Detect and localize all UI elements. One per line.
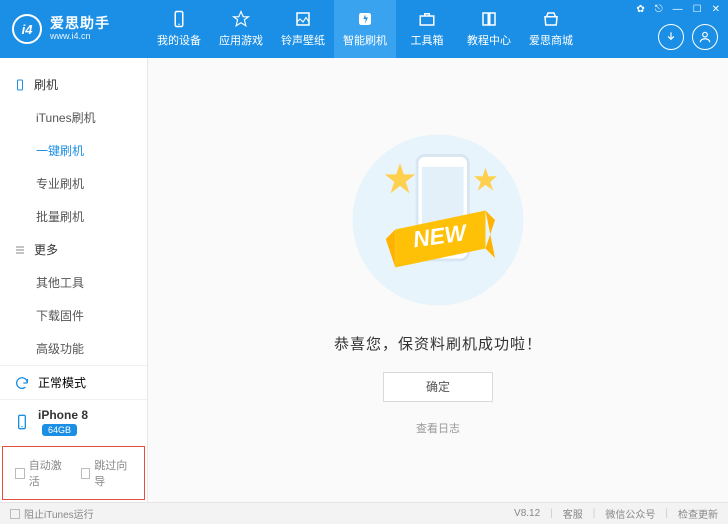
main-panel: NEW 恭喜您，保资料刷机成功啦！ 确定 查看日志 — [148, 58, 728, 502]
success-illustration: NEW — [343, 125, 533, 315]
nav-label: 铃声壁纸 — [281, 32, 325, 48]
check-update-link[interactable]: 检查更新 — [678, 506, 718, 521]
nav-ring-wall[interactable]: 铃声壁纸 — [272, 0, 334, 58]
sidebar-group-more: 更多 — [0, 233, 147, 266]
nav-label: 爱思商城 — [529, 32, 573, 48]
sidebar-item-oneclick-flash[interactable]: 一键刷机 — [0, 134, 147, 167]
toolbox-icon — [418, 10, 436, 28]
status-bar: 阻止iTunes运行 V8.12 | 客服 | 微信公众号 | 检查更新 — [0, 502, 728, 524]
brand-subtitle: www.i4.cn — [50, 32, 110, 42]
sidebar-item-download-firmware[interactable]: 下载固件 — [0, 299, 147, 332]
sidebar-group-label: 更多 — [34, 241, 58, 258]
checkbox-label: 跳过向导 — [94, 457, 132, 489]
nav-tutorial[interactable]: 教程中心 — [458, 0, 520, 58]
view-log-link[interactable]: 查看日志 — [416, 420, 460, 436]
user-button[interactable] — [692, 24, 718, 50]
nav-store[interactable]: 爱思商城 — [520, 0, 582, 58]
checkbox-label: 阻止iTunes运行 — [24, 506, 94, 521]
phone-icon — [14, 79, 26, 91]
settings-icon[interactable]: ✿ — [636, 4, 644, 15]
skip-guide-checkbox[interactable]: 跳过向导 — [81, 457, 133, 489]
sidebar: 刷机 iTunes刷机 一键刷机 专业刷机 批量刷机 更多 其他工具 下载固件 … — [0, 58, 148, 502]
version-label: V8.12 — [514, 508, 540, 519]
flash-icon — [356, 10, 374, 28]
sidebar-item-itunes-flash[interactable]: iTunes刷机 — [0, 101, 147, 134]
header: i4 爱思助手 www.i4.cn 我的设备 应用游戏 铃声壁纸 智能刷机 工具… — [0, 0, 728, 58]
download-button[interactable] — [658, 24, 684, 50]
connected-device[interactable]: iPhone 8 64GB — [0, 399, 147, 444]
logo-icon: i4 — [12, 14, 42, 44]
flash-options: 自动激活 跳过向导 — [2, 446, 145, 500]
nav-label: 工具箱 — [411, 32, 444, 48]
auto-activate-checkbox[interactable]: 自动激活 — [15, 457, 67, 489]
support-link[interactable]: 客服 — [563, 506, 583, 521]
wallpaper-icon — [294, 10, 312, 28]
sidebar-group-label: 刷机 — [34, 76, 58, 93]
nav-toolbox[interactable]: 工具箱 — [396, 0, 458, 58]
nav-my-device[interactable]: 我的设备 — [148, 0, 210, 58]
store-icon — [542, 10, 560, 28]
nav-label: 智能刷机 — [343, 32, 387, 48]
checkbox-label: 自动激活 — [29, 457, 67, 489]
sidebar-item-other-tools[interactable]: 其他工具 — [0, 266, 147, 299]
mode-label: 正常模式 — [38, 374, 86, 391]
confirm-button[interactable]: 确定 — [383, 372, 493, 402]
nav-app-games[interactable]: 应用游戏 — [210, 0, 272, 58]
menu-icon — [14, 244, 26, 256]
nav-label: 教程中心 — [467, 32, 511, 48]
brand-title: 爱思助手 — [50, 16, 110, 31]
sidebar-item-pro-flash[interactable]: 专业刷机 — [0, 167, 147, 200]
device-icon — [170, 10, 188, 28]
iphone-icon — [14, 414, 30, 430]
storage-badge: 64GB — [42, 424, 77, 436]
refresh-icon — [14, 375, 30, 391]
wechat-link[interactable]: 微信公众号 — [605, 506, 655, 521]
sidebar-item-batch-flash[interactable]: 批量刷机 — [0, 200, 147, 233]
top-nav: 我的设备 应用游戏 铃声壁纸 智能刷机 工具箱 教程中心 爱思商城 — [148, 0, 582, 58]
brand-logo: i4 爱思助手 www.i4.cn — [0, 14, 148, 44]
nav-label: 应用游戏 — [219, 32, 263, 48]
block-itunes-checkbox[interactable]: 阻止iTunes运行 — [10, 506, 94, 521]
nav-label: 我的设备 — [157, 32, 201, 48]
nav-smart-flash[interactable]: 智能刷机 — [334, 0, 396, 58]
sidebar-item-advanced[interactable]: 高级功能 — [0, 332, 147, 365]
book-icon — [480, 10, 498, 28]
sidebar-group-flash: 刷机 — [0, 68, 147, 101]
device-mode[interactable]: 正常模式 — [0, 365, 147, 399]
apps-icon — [232, 10, 250, 28]
success-message: 恭喜您，保资料刷机成功啦！ — [334, 333, 542, 354]
device-name: iPhone 8 — [38, 408, 88, 422]
